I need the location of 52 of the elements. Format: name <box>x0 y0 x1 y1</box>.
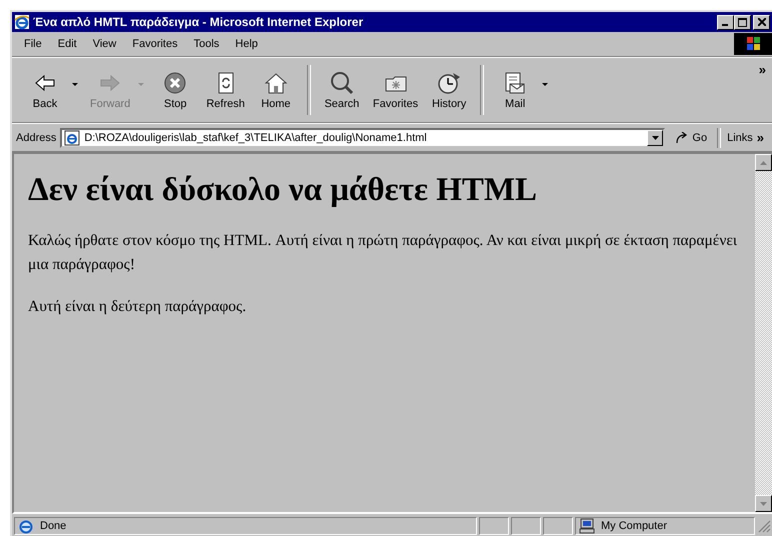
browser-icon <box>14 14 30 30</box>
status-pane <box>511 517 541 535</box>
toolbar-button[interactable]: Mail <box>490 68 540 112</box>
toolbar-button[interactable]: History <box>424 68 474 112</box>
page-heading: Δεν είναι δύσκολο να μάθετε HTML <box>28 172 538 209</box>
minimize-button[interactable] <box>717 14 734 30</box>
up-arrow-icon <box>760 160 767 164</box>
down-arrow-icon <box>760 502 767 506</box>
menu-item[interactable]: Edit <box>50 36 85 52</box>
resize-grip-icon[interactable] <box>757 519 771 533</box>
clock-icon <box>436 70 462 96</box>
toolbar-button[interactable]: Back <box>20 68 70 112</box>
more-button[interactable]: » <box>756 130 768 145</box>
zone-text: My Computer <box>601 520 668 532</box>
caret-icon[interactable] <box>72 82 78 86</box>
browser-icon <box>18 518 34 534</box>
menu-item[interactable]: Help <box>227 36 266 52</box>
close-button[interactable] <box>753 14 770 30</box>
search-icon <box>328 70 355 96</box>
toolbar-button[interactable]: Favorites <box>366 68 424 112</box>
menu-item[interactable]: Favorites <box>124 36 186 52</box>
paragraph: Καλώς ήρθατε στον κόσμο της HTML. Αυτή είναι η πρώτη παράγραφος. Αν και είναι μικρή σε έκταση παραμένει μια παράγραφος! <box>28 231 738 275</box>
links-button[interactable]: Links <box>725 132 753 144</box>
stop-icon <box>162 70 188 96</box>
go-button[interactable]: Go <box>669 132 714 144</box>
toolbar-button[interactable]: Refresh <box>200 68 251 112</box>
status-text: Done <box>40 520 66 532</box>
window-title: Ένα απλό HMTL παράδειγμα - Microsoft Internet Explorer <box>33 15 364 29</box>
menu-item[interactable]: File <box>16 36 50 52</box>
maximize-button[interactable] <box>734 14 751 30</box>
status-pane <box>543 517 573 535</box>
address-label: Address <box>16 132 56 144</box>
close-icon <box>758 18 766 26</box>
more-button[interactable]: » <box>758 62 766 77</box>
menu-item[interactable]: View <box>84 36 124 52</box>
dropdown-button[interactable] <box>647 130 664 146</box>
toolbar-button[interactable]: Home <box>250 68 301 112</box>
caret-icon[interactable] <box>542 82 548 86</box>
windows-logo <box>734 33 772 55</box>
scroll-up-button[interactable] <box>755 154 772 171</box>
scroll-down-button[interactable] <box>755 495 772 512</box>
toolbar-button[interactable]: Search <box>316 68 367 112</box>
caret-icon <box>652 136 659 140</box>
menu-item[interactable]: Tools <box>186 36 228 52</box>
page-icon <box>64 130 80 146</box>
maximize-icon <box>738 18 747 26</box>
toolbar-button[interactable]: Stop <box>150 68 200 112</box>
paragraph: Αυτή είναι η δεύτερη παράγραφος. <box>28 297 248 317</box>
scrollbar[interactable] <box>755 154 772 512</box>
address-field[interactable]: D:\ROZA\douligeris\lab_staf\kef_3\TELIKA\after_doulig\Noname1.html <box>60 128 666 148</box>
status-pane <box>479 517 509 535</box>
arrow-icon <box>675 132 690 144</box>
